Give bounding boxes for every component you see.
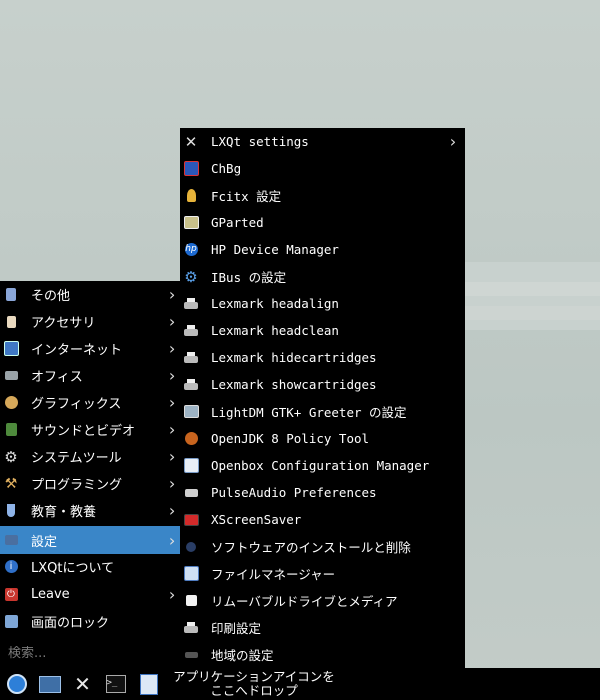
programming-icon: ⚒ [4, 475, 18, 492]
show-desktop-button[interactable] [33, 668, 66, 700]
printer-icon [183, 296, 199, 312]
gear-icon: ⚙ [184, 267, 198, 286]
desktop-band [465, 306, 600, 320]
graphics-icon [3, 395, 19, 411]
taskbar: ✕ >_ アプリケーションアイコンを ここへドロップ [0, 668, 600, 700]
chevron-right-icon: › [167, 585, 177, 604]
settings-icon [3, 532, 19, 548]
openbox-icon [183, 458, 199, 474]
pulseaudio-icon [183, 485, 199, 501]
submenu-item-lexmark-headalign[interactable]: Lexmark headalign [180, 290, 465, 317]
search-box [0, 640, 180, 666]
search-input[interactable] [8, 645, 168, 661]
chevron-right-icon: › [167, 530, 177, 550]
submenu-item-openjdk-policy-tool[interactable]: OpenJDK 8 Policy Tool [180, 425, 465, 452]
submenu-item-lxqt-settings[interactable]: ✕ LXQt settings › [180, 128, 465, 155]
main-menu-item-lock-screen[interactable]: 画面のロック [0, 608, 180, 635]
submenu-item-gparted[interactable]: GParted [180, 209, 465, 236]
lock-screen-icon [3, 614, 19, 630]
submenu-item-openbox-config[interactable]: Openbox Configuration Manager [180, 452, 465, 479]
other-icon [3, 287, 19, 303]
accessories-icon [3, 314, 19, 330]
submenu-item-pulseaudio[interactable]: PulseAudio Preferences [180, 479, 465, 506]
submenu-item-print-settings[interactable]: 印刷設定 [180, 614, 465, 641]
submenu-item-ibus[interactable]: ⚙ IBus の設定 [180, 263, 465, 290]
submenu-item-hp-device-manager[interactable]: hp HP Device Manager [180, 236, 465, 263]
gparted-icon [183, 215, 199, 231]
tools-icon: ✕ [184, 132, 198, 151]
java-icon [183, 431, 199, 447]
file-manager-icon [139, 673, 158, 695]
main-menu-item-other[interactable]: その他 › [0, 281, 180, 308]
region-icon [183, 647, 199, 663]
chevron-right-icon: › [167, 312, 177, 331]
main-menu: その他 › アクセサリ › インターネット › オフィス › グラフィックス ›… [0, 281, 180, 668]
software-icon [183, 539, 199, 555]
submenu-item-xscreensaver[interactable]: XScreenSaver [180, 506, 465, 533]
settings-tools-icon: ✕ [74, 672, 91, 696]
main-menu-item-leave[interactable]: ⏻ Leave › [0, 581, 180, 608]
printer-icon [183, 620, 199, 636]
main-menu-item-internet[interactable]: インターネット › [0, 335, 180, 362]
file-manager-icon [183, 566, 199, 582]
submenu-item-fcitx[interactable]: Fcitx 設定 [180, 182, 465, 209]
start-menu-icon [6, 674, 27, 694]
terminal-icon: >_ [105, 675, 126, 693]
file-manager-launcher[interactable] [132, 668, 165, 700]
submenu-item-region-settings[interactable]: 地域の設定 [180, 641, 465, 668]
main-menu-item-settings[interactable]: 設定 › [0, 526, 180, 554]
xscreensaver-icon [183, 512, 199, 528]
chevron-right-icon: › [167, 339, 177, 358]
submenu-item-lightdm-greeter[interactable]: LightDM GTK+ Greeter の設定 [180, 398, 465, 425]
main-menu-item-graphics[interactable]: グラフィックス › [0, 389, 180, 416]
submenu-item-removable-media[interactable]: リムーバブルドライブとメディア [180, 587, 465, 614]
submenu-item-lexmark-headclean[interactable]: Lexmark headclean [180, 317, 465, 344]
main-menu-item-education[interactable]: 教育・教養 › [0, 497, 180, 524]
chevron-right-icon: › [167, 393, 177, 412]
chevron-right-icon: › [167, 501, 177, 520]
printer-icon [183, 323, 199, 339]
show-desktop-icon [38, 675, 61, 693]
office-icon [3, 368, 19, 384]
main-menu-item-sound-video[interactable]: サウンドとビデオ › [0, 416, 180, 443]
settings-tools-button[interactable]: ✕ [66, 668, 99, 700]
submenu-item-software-install[interactable]: ソフトウェアのインストールと削除 [180, 533, 465, 560]
system-tools-icon: ⚙ [4, 447, 18, 466]
terminal-button[interactable]: >_ [99, 668, 132, 700]
removable-media-icon [183, 593, 199, 609]
chbg-icon [183, 161, 199, 177]
internet-icon [3, 341, 19, 357]
quicklaunch-drop-hint: アプリケーションアイコンを ここへドロップ [173, 669, 335, 698]
main-menu-item-office[interactable]: オフィス › [0, 362, 180, 389]
settings-submenu: ✕ LXQt settings › ChBg Fcitx 設定 GParted … [180, 128, 465, 668]
main-menu-item-about-lxqt[interactable]: i LXQtについて [0, 553, 180, 580]
printer-icon [183, 350, 199, 366]
education-icon [3, 503, 19, 519]
chevron-right-icon: › [167, 420, 177, 439]
main-menu-item-system-tools[interactable]: ⚙ システムツール › [0, 443, 180, 470]
hp-icon: hp [184, 243, 198, 256]
start-menu-button[interactable] [0, 668, 33, 700]
submenu-item-lexmark-hidecartridges[interactable]: Lexmark hidecartridges [180, 344, 465, 371]
submenu-item-chbg[interactable]: ChBg [180, 155, 465, 182]
fcitx-icon [183, 188, 199, 204]
info-icon: i [3, 559, 19, 575]
chevron-right-icon: › [167, 447, 177, 466]
leave-icon: ⏻ [3, 587, 19, 603]
chevron-right-icon: › [167, 474, 177, 493]
main-menu-item-programming[interactable]: ⚒ プログラミング › [0, 470, 180, 497]
desktop-band [465, 282, 600, 296]
chevron-right-icon: › [448, 132, 458, 151]
submenu-item-lexmark-showcartridges[interactable]: Lexmark showcartridges [180, 371, 465, 398]
chevron-right-icon: › [167, 285, 177, 304]
submenu-item-file-manager[interactable]: ファイルマネージャー [180, 560, 465, 587]
lightdm-icon [183, 404, 199, 420]
main-menu-item-accessories[interactable]: アクセサリ › [0, 308, 180, 335]
chevron-right-icon: › [167, 366, 177, 385]
printer-icon [183, 377, 199, 393]
sound-video-icon [3, 422, 19, 438]
